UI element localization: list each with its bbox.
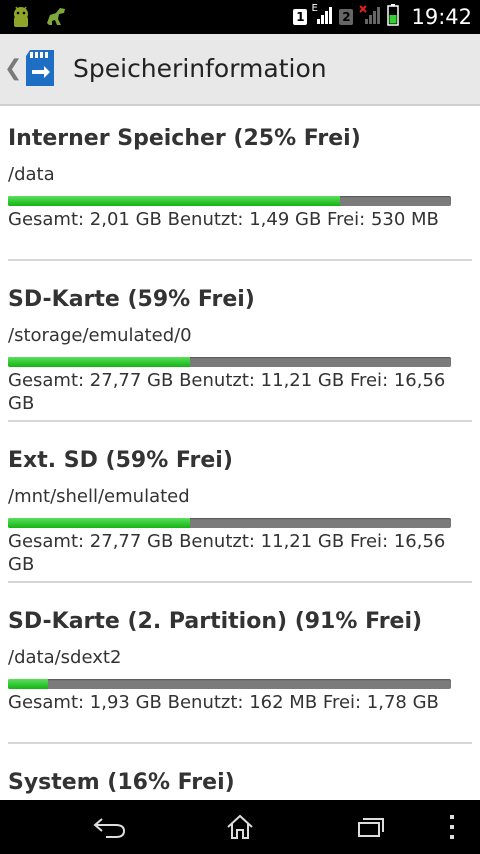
storage-title: SD-Karte (2. Partition) (91% Frei)	[8, 609, 423, 634]
divider	[8, 581, 472, 583]
signal-off-icon	[359, 5, 381, 29]
usage-bar	[8, 196, 451, 206]
storage-title: System (16% Frei)	[8, 770, 235, 795]
signal-icon: E	[311, 3, 333, 29]
page-title: Speicherinformation	[73, 54, 327, 83]
recent-apps-icon[interactable]	[340, 810, 400, 844]
menu-dots-icon[interactable]	[424, 810, 480, 844]
status-bar: 1 E 2 19:42	[0, 0, 480, 34]
storage-path: /storage/emulated/0	[8, 325, 192, 346]
storage-title: SD-Karte (59% Frei)	[8, 287, 255, 312]
network-type-label: E	[311, 3, 318, 14]
dinosaur-icon	[44, 5, 68, 33]
storage-path: /data/sdext2	[8, 647, 122, 668]
divider	[8, 420, 472, 422]
notification-icons	[8, 5, 68, 33]
home-icon[interactable]	[210, 810, 270, 844]
usage-bar-fill	[8, 357, 190, 367]
usage-bar-fill	[8, 196, 341, 206]
usage-bar	[8, 679, 451, 689]
storage-stats: Gesamt: 2,01 GB Benutzt: 1,49 GB Frei: 5…	[8, 209, 439, 230]
storage-stats: Gesamt: 1,93 GB Benutzt: 162 MB Frei: 1,…	[8, 692, 439, 713]
storage-title: Interner Speicher (25% Frei)	[8, 126, 361, 151]
clock: 19:42	[411, 5, 472, 29]
storage-stats: Gesamt: 27,77 GB Benutzt: 11,21 GB Frei:…	[8, 370, 446, 414]
battery-icon	[387, 4, 400, 30]
usage-bar	[8, 357, 451, 367]
sim2-badge: 2	[339, 9, 354, 25]
storage-path: /mnt/shell/emulated	[8, 486, 190, 507]
up-chevron-icon[interactable]: ❮	[4, 56, 22, 81]
sd-card-app-icon[interactable]	[22, 48, 58, 88]
status-icons: 1 E 2 19:42	[293, 0, 472, 34]
divider	[8, 259, 472, 261]
android-icon	[8, 5, 34, 33]
storage-path: /data	[8, 164, 55, 185]
storage-list[interactable]: Interner Speicher (25% Frei) /data Gesam…	[0, 106, 480, 800]
back-icon[interactable]	[80, 810, 140, 844]
storage-title: Ext. SD (59% Frei)	[8, 448, 233, 473]
navigation-bar	[0, 800, 480, 854]
usage-bar-fill	[8, 518, 190, 528]
divider	[8, 742, 472, 744]
action-bar: ❮ Speicherinformation	[0, 34, 480, 106]
usage-bar-fill	[8, 679, 48, 689]
usage-bar	[8, 518, 451, 528]
sim1-badge: 1	[293, 9, 308, 25]
storage-stats: Gesamt: 27,77 GB Benutzt: 11,21 GB Frei:…	[8, 531, 446, 575]
